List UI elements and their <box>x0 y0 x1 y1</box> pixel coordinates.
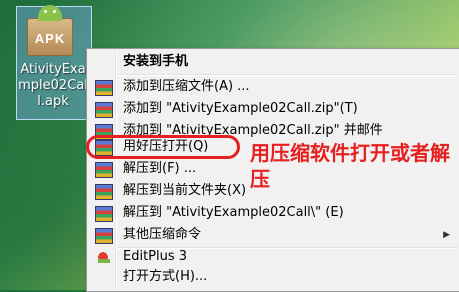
menu-item-other-compress-commands[interactable]: 其他压缩命令 ▶ <box>89 224 458 246</box>
annotation-text: 用压缩软件打开或者解压 <box>250 141 450 191</box>
apk-package-icon: APK <box>27 5 73 56</box>
menu-item-label: 其他压缩命令 <box>123 227 202 242</box>
winrar-icon <box>95 206 113 222</box>
menu-item-label: 安装到手机 <box>123 54 189 69</box>
file-name-label: AtivityExample02Call.apk <box>18 62 88 109</box>
menu-item-label: 添加到压缩文件(A) ... <box>123 79 250 94</box>
apk-badge-label: APK <box>34 31 66 46</box>
winrar-icon <box>95 80 113 96</box>
winrar-icon <box>95 162 113 178</box>
editplus-icon <box>95 250 111 264</box>
submenu-arrow-icon: ▶ <box>443 230 450 240</box>
highlight-ring <box>86 135 240 159</box>
menu-item-add-to-archive[interactable]: 添加到压缩文件(A) ... <box>89 76 458 98</box>
menu-item-label: 解压到当前文件夹(X) <box>123 183 247 198</box>
winrar-icon <box>95 102 113 118</box>
menu-item-label: 解压到(F) ... <box>123 161 197 176</box>
menu-item-add-to-zip[interactable]: 添加到 "AtivityExample02Call.zip"(T) <box>89 98 458 120</box>
menu-item-label: 解压到 "AtivityExample02Call\" (E) <box>123 205 344 220</box>
menu-item-label: 打开方式(H)... <box>123 269 208 284</box>
menu-item-extract-to-folder[interactable]: 解压到 "AtivityExample02Call\" (E) <box>89 202 458 224</box>
menu-item-open-with[interactable]: 打开方式(H)... <box>89 266 458 288</box>
menu-item-label: EditPlus 3 <box>123 249 188 264</box>
menu-item-install-to-phone[interactable]: 安装到手机 <box>89 51 458 73</box>
winrar-icon <box>95 184 113 200</box>
winrar-icon <box>95 228 113 244</box>
menu-item-editplus[interactable]: EditPlus 3 <box>89 246 458 268</box>
menu-item-label: 添加到 "AtivityExample02Call.zip"(T) <box>123 101 358 116</box>
